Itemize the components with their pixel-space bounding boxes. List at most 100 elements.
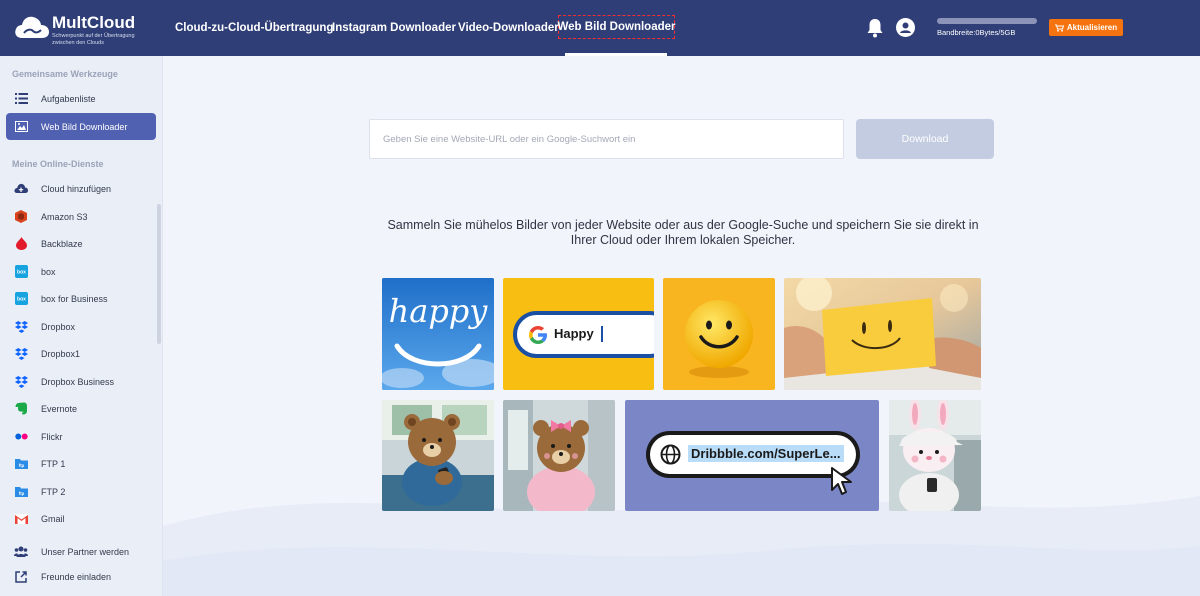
gallery-image-smiley-ball[interactable] xyxy=(663,278,775,390)
svg-text:box: box xyxy=(17,270,26,276)
sidebar-item-label: Aufgabenliste xyxy=(41,93,96,104)
smiley-ball-illustration xyxy=(663,278,775,390)
sidebar-item-label: Web Bild Downloader xyxy=(41,121,128,132)
bunny-illustration xyxy=(889,400,981,511)
bandwidth-bar xyxy=(937,18,1037,24)
dropbox-icon xyxy=(14,347,28,361)
nav-cloud-transfer[interactable]: Cloud-zu-Cloud-Übertragung xyxy=(175,0,333,56)
sidebar-item-evernote[interactable]: Evernote xyxy=(6,395,156,422)
sidebar-item-amazon-s3[interactable]: Amazon S3 xyxy=(6,203,156,230)
sidebar-item-backblaze[interactable]: Backblaze xyxy=(6,230,156,257)
svg-text:ftp: ftp xyxy=(18,491,24,496)
upgrade-button[interactable]: Aktualisieren xyxy=(1049,19,1123,36)
backblaze-icon xyxy=(14,237,28,251)
url-bar-graphic: Dribbble.com/SuperLe... xyxy=(646,431,860,478)
description-text: Sammeln Sie mühelos Bilder von jeder Web… xyxy=(387,218,979,247)
download-button[interactable]: Download xyxy=(856,119,994,159)
gallery-image-google-search[interactable]: Happy xyxy=(503,278,654,390)
sidebar-item-label: Dropbox Business xyxy=(41,376,115,387)
sidebar-item-label: Evernote xyxy=(41,403,78,414)
url-text: Dribbble.com/SuperLe... xyxy=(688,445,844,462)
logo[interactable]: MultCloud Schwerpunkt auf der Übertragun… xyxy=(14,12,164,48)
sidebar-item-label: Cloud hinzufügen xyxy=(41,183,112,194)
gallery-image-url-bar[interactable]: Dribbble.com/SuperLe... xyxy=(625,400,879,511)
partner-icon xyxy=(14,545,28,559)
nav-video-downloader-label[interactable]: Video-Downloader xyxy=(458,22,559,34)
sidebar-item-dropbox-business[interactable]: Dropbox Business xyxy=(6,368,156,395)
sidebar-item-invite-friends[interactable]: Freunde einladen xyxy=(6,563,156,590)
user-icon[interactable] xyxy=(896,18,915,37)
main-content: Download Sammeln Sie mühelos Bilder von … xyxy=(163,56,1200,596)
sidebar-item-dropbox1[interactable]: Dropbox1 xyxy=(6,340,156,367)
nav-instagram-downloader-label[interactable]: Instagram Downloader xyxy=(332,22,456,34)
nav-video-downloader[interactable]: Video-Downloader xyxy=(458,0,559,56)
bell-icon[interactable] xyxy=(866,18,884,38)
bandwidth-text: Bandbreite:0Bytes/5GB xyxy=(937,28,1016,37)
sidebar-item-label: Freunde einladen xyxy=(41,571,112,582)
sidebar-item-label: Gmail xyxy=(41,513,65,524)
box-icon: box xyxy=(14,292,28,306)
sidebar-item-add-cloud[interactable]: Cloud hinzufügen xyxy=(6,175,156,202)
sidebar-item-label: Flickr xyxy=(41,431,63,442)
sidebar-item-label: FTP 1 xyxy=(41,458,66,469)
globe-icon xyxy=(660,444,681,465)
gallery-image-bear-train[interactable] xyxy=(382,400,494,511)
logo-tagline: Schwerpunkt auf der Übertragung zwischen… xyxy=(52,33,135,46)
image-icon xyxy=(14,120,28,134)
gallery-image-happy-sky[interactable]: happy xyxy=(382,278,494,390)
sidebar-item-dropbox[interactable]: Dropbox xyxy=(6,313,156,340)
sticky-note-illustration xyxy=(784,278,981,390)
url-search-input[interactable] xyxy=(369,119,844,159)
bear-pink-bow-illustration xyxy=(503,400,615,511)
search-bar-graphic: Happy xyxy=(513,311,654,358)
dropbox-icon xyxy=(14,375,28,389)
sidebar-item-flickr[interactable]: Flickr xyxy=(6,423,156,450)
multcloud-logo-icon xyxy=(15,16,49,38)
sidebar-item-gmail[interactable]: Gmail xyxy=(6,505,156,532)
dropbox-icon xyxy=(14,320,28,334)
sidebar: Gemeinsame Werkzeuge Aufgabenliste Web B… xyxy=(0,56,163,596)
list-icon xyxy=(14,92,28,106)
cart-icon xyxy=(1054,24,1064,32)
download-label: Download xyxy=(901,133,949,145)
sidebar-item-ftp1[interactable]: ftp FTP 1 xyxy=(6,450,156,477)
url-bar-inner: Dribbble.com/SuperLe... xyxy=(650,435,856,474)
cloud-add-icon xyxy=(14,182,28,196)
sidebar-item-partner[interactable]: Unser Partner werden xyxy=(6,538,156,565)
upgrade-label: Aktualisieren xyxy=(1066,23,1118,32)
gallery-image-sticky-note[interactable] xyxy=(784,278,981,390)
nav-web-image-downloader[interactable]: Web Bild Downloader xyxy=(558,15,676,39)
gallery-image-bear-pink-bow[interactable] xyxy=(503,400,615,511)
flickr-icon xyxy=(14,430,28,444)
ftp-icon: ftp xyxy=(14,485,28,499)
sidebar-section-tools: Gemeinsame Werkzeuge xyxy=(12,69,118,79)
happy-text: happy xyxy=(388,292,488,330)
sidebar-item-label: Backblaze xyxy=(41,238,83,249)
nav-cloud-transfer-label[interactable]: Cloud-zu-Cloud-Übertragung xyxy=(175,22,333,34)
sidebar-item-web-image-downloader[interactable]: Web Bild Downloader xyxy=(6,113,156,140)
sidebar-item-ftp2[interactable]: ftp FTP 2 xyxy=(6,478,156,505)
mouse-pointer-icon xyxy=(831,467,852,495)
text-cursor xyxy=(601,326,603,342)
sidebar-item-label: FTP 2 xyxy=(41,486,66,497)
svg-text:ftp: ftp xyxy=(18,463,24,468)
svg-text:box: box xyxy=(17,297,26,303)
sidebar-item-task-list[interactable]: Aufgabenliste xyxy=(6,85,156,112)
sidebar-item-box-business[interactable]: box box for Business xyxy=(6,285,156,312)
sidebar-item-label: Unser Partner werden xyxy=(41,546,130,557)
sidebar-item-label: box for Business xyxy=(41,293,108,304)
sidebar-section-services: Meine Online-Dienste xyxy=(12,159,104,169)
google-icon xyxy=(529,326,547,344)
nav-instagram-downloader[interactable]: Instagram Downloader xyxy=(332,0,456,56)
sidebar-item-box[interactable]: box box xyxy=(6,258,156,285)
gmail-icon xyxy=(14,512,28,526)
search-text: Happy xyxy=(554,326,594,341)
sidebar-scrollbar[interactable] xyxy=(157,204,161,344)
sidebar-item-label: Dropbox1 xyxy=(41,348,81,359)
sidebar-item-label: Amazon S3 xyxy=(41,211,88,222)
gallery-image-bunny[interactable] xyxy=(889,400,981,511)
amazon-s3-icon xyxy=(14,210,28,224)
nav-web-image-downloader-label[interactable]: Web Bild Downloader xyxy=(558,21,676,33)
bear-train-illustration xyxy=(382,400,494,511)
top-header: MultCloud Schwerpunkt auf der Übertragun… xyxy=(0,0,1200,56)
